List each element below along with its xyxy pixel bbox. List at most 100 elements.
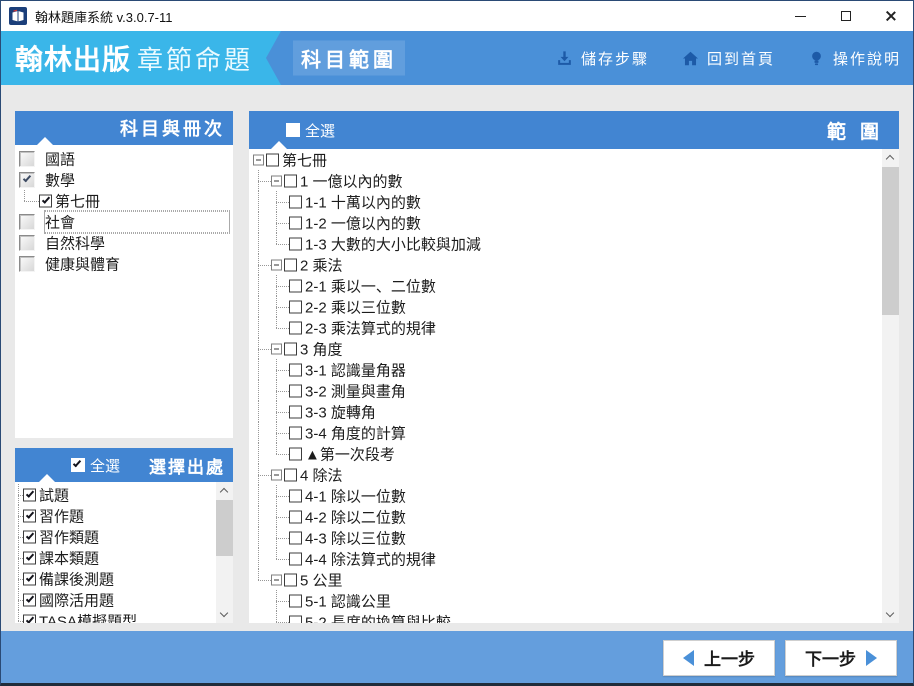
chapter-item-label[interactable]: 第七冊 xyxy=(282,149,327,170)
checkbox[interactable] xyxy=(284,468,297,481)
scroll-down-arrow[interactable] xyxy=(216,606,233,623)
scroll-up-arrow[interactable] xyxy=(882,149,899,166)
source-item[interactable]: 習作題 xyxy=(15,505,216,526)
chapter-item[interactable]: 3 角度 xyxy=(249,338,882,359)
checkbox[interactable] xyxy=(284,174,297,187)
expand-collapse-box[interactable] xyxy=(271,574,282,585)
scope-scrollbar[interactable] xyxy=(882,149,899,623)
chapter-item[interactable]: 3-2 測量與畫角 xyxy=(249,380,882,401)
source-item-label[interactable]: 國際活用題 xyxy=(39,589,114,610)
source-item[interactable]: TASA模擬題型 xyxy=(15,610,216,623)
subject-item[interactable]: 社會 xyxy=(15,210,233,233)
chapter-item[interactable]: 3-4 角度的計算 xyxy=(249,422,882,443)
chapter-item[interactable]: 5-1 認識公里 xyxy=(249,590,882,611)
chapter-item-label[interactable]: 4 除法 xyxy=(300,464,343,485)
source-item-label[interactable]: 習作類題 xyxy=(39,526,99,547)
chapter-item-label[interactable]: 3-2 測量與畫角 xyxy=(305,380,406,401)
help-button[interactable]: 操作說明 xyxy=(807,48,901,69)
checkbox[interactable] xyxy=(289,216,302,229)
source-item-label[interactable]: 試題 xyxy=(39,484,69,505)
subject-item[interactable]: 自然科學 xyxy=(15,232,233,253)
scrollbar-thumb[interactable] xyxy=(216,500,233,556)
subject-item[interactable]: 第七冊 xyxy=(15,190,233,211)
checkbox[interactable] xyxy=(289,447,302,460)
chapter-item[interactable]: 1-3 大數的大小比較與加減 xyxy=(249,233,882,254)
checkbox[interactable] xyxy=(266,153,279,166)
select-all-checkbox[interactable] xyxy=(286,123,300,137)
expand-collapse-box[interactable] xyxy=(271,343,282,354)
chapter-item-label[interactable]: 3 角度 xyxy=(300,338,343,359)
checkbox[interactable] xyxy=(289,279,302,292)
chapter-item[interactable]: 3-1 認識量角器 xyxy=(249,359,882,380)
minimize-button[interactable] xyxy=(778,1,823,31)
close-button[interactable] xyxy=(868,1,913,31)
chapter-item[interactable]: 4-4 除法算式的規律 xyxy=(249,548,882,569)
chapter-item[interactable]: 4-2 除以二位數 xyxy=(249,506,882,527)
chapter-item[interactable]: 4-1 除以一位數 xyxy=(249,485,882,506)
checkbox[interactable] xyxy=(289,426,302,439)
chapter-item-label[interactable]: ▲第一次段考 xyxy=(305,443,395,464)
chapter-item-label[interactable]: 1 一億以內的數 xyxy=(300,170,403,191)
chapter-item-label[interactable]: 3-3 旋轉角 xyxy=(305,401,376,422)
checkbox[interactable] xyxy=(23,530,36,543)
scope-select-all[interactable]: 全選 xyxy=(286,120,335,141)
subject-item[interactable]: 國語 xyxy=(15,148,233,169)
checkbox[interactable] xyxy=(23,593,36,606)
checkbox[interactable] xyxy=(289,594,302,607)
subject-item-label[interactable]: 社會 xyxy=(44,210,230,233)
checkbox[interactable] xyxy=(289,489,302,502)
chapter-item-label[interactable]: 3-4 角度的計算 xyxy=(305,422,406,443)
subject-item-label[interactable]: 自然科學 xyxy=(45,232,105,253)
source-item-label[interactable]: TASA模擬題型 xyxy=(39,610,137,623)
chapter-item[interactable]: 4-3 除以三位數 xyxy=(249,527,882,548)
chapter-item[interactable]: 4 除法 xyxy=(249,464,882,485)
checkbox[interactable] xyxy=(19,255,35,272)
checkbox[interactable] xyxy=(289,531,302,544)
subject-item-label[interactable]: 第七冊 xyxy=(55,190,100,211)
chapter-item-label[interactable]: 1-2 一億以內的數 xyxy=(305,212,421,233)
checkbox[interactable] xyxy=(19,171,35,188)
chapter-item-label[interactable]: 1-3 大數的大小比較與加減 xyxy=(305,233,481,254)
scroll-down-arrow[interactable] xyxy=(882,606,899,623)
chapter-item-label[interactable]: 4-2 除以二位數 xyxy=(305,506,406,527)
checkbox[interactable] xyxy=(19,213,35,230)
chapter-item[interactable]: 1-2 一億以內的數 xyxy=(249,212,882,233)
scroll-up-arrow[interactable] xyxy=(216,482,233,499)
chapter-item-label[interactable]: 3-1 認識量角器 xyxy=(305,359,406,380)
source-item-label[interactable]: 課本類題 xyxy=(39,547,99,568)
chapter-item[interactable]: 3-3 旋轉角 xyxy=(249,401,882,422)
checkbox[interactable] xyxy=(39,194,52,207)
checkbox[interactable] xyxy=(289,363,302,376)
chapter-item[interactable]: 5-2 長度的換算與比較 xyxy=(249,611,882,623)
maximize-button[interactable] xyxy=(823,1,868,31)
source-item[interactable]: 習作類題 xyxy=(15,526,216,547)
home-button[interactable]: 回到首頁 xyxy=(681,48,775,69)
chapter-item[interactable]: ▲第一次段考 xyxy=(249,443,882,464)
chapter-item-label[interactable]: 4-1 除以一位數 xyxy=(305,485,406,506)
chapter-item[interactable]: 2-1 乘以一、二位數 xyxy=(249,275,882,296)
expand-collapse-box[interactable] xyxy=(253,154,264,165)
sources-scrollbar[interactable] xyxy=(216,482,233,623)
checkbox[interactable] xyxy=(284,258,297,271)
chapter-item-label[interactable]: 1-1 十萬以內的數 xyxy=(305,191,421,212)
source-item-label[interactable]: 習作題 xyxy=(39,505,84,526)
expand-collapse-box[interactable] xyxy=(271,259,282,270)
chapter-item[interactable]: 第七冊 xyxy=(249,149,882,170)
previous-step-button[interactable]: 上一步 xyxy=(663,639,775,676)
chapter-item-label[interactable]: 2-2 乘以三位數 xyxy=(305,296,406,317)
subject-item-label[interactable]: 國語 xyxy=(45,148,75,169)
chapter-item-label[interactable]: 5-1 認識公里 xyxy=(305,590,391,611)
checkbox[interactable] xyxy=(284,573,297,586)
checkbox[interactable] xyxy=(289,237,302,250)
checkbox[interactable] xyxy=(289,615,302,623)
chapter-item-label[interactable]: 4-3 除以三位數 xyxy=(305,527,406,548)
sources-select-all[interactable]: 全選 xyxy=(71,455,120,476)
checkbox[interactable] xyxy=(23,509,36,522)
chapter-item-label[interactable]: 2 乘法 xyxy=(300,254,343,275)
checkbox[interactable] xyxy=(289,552,302,565)
chapter-item-label[interactable]: 5 公里 xyxy=(300,569,343,590)
checkbox[interactable] xyxy=(289,384,302,397)
source-item[interactable]: 試題 xyxy=(15,484,216,505)
chapter-item[interactable]: 1 一億以內的數 xyxy=(249,170,882,191)
subject-item[interactable]: 數學 xyxy=(15,169,233,190)
